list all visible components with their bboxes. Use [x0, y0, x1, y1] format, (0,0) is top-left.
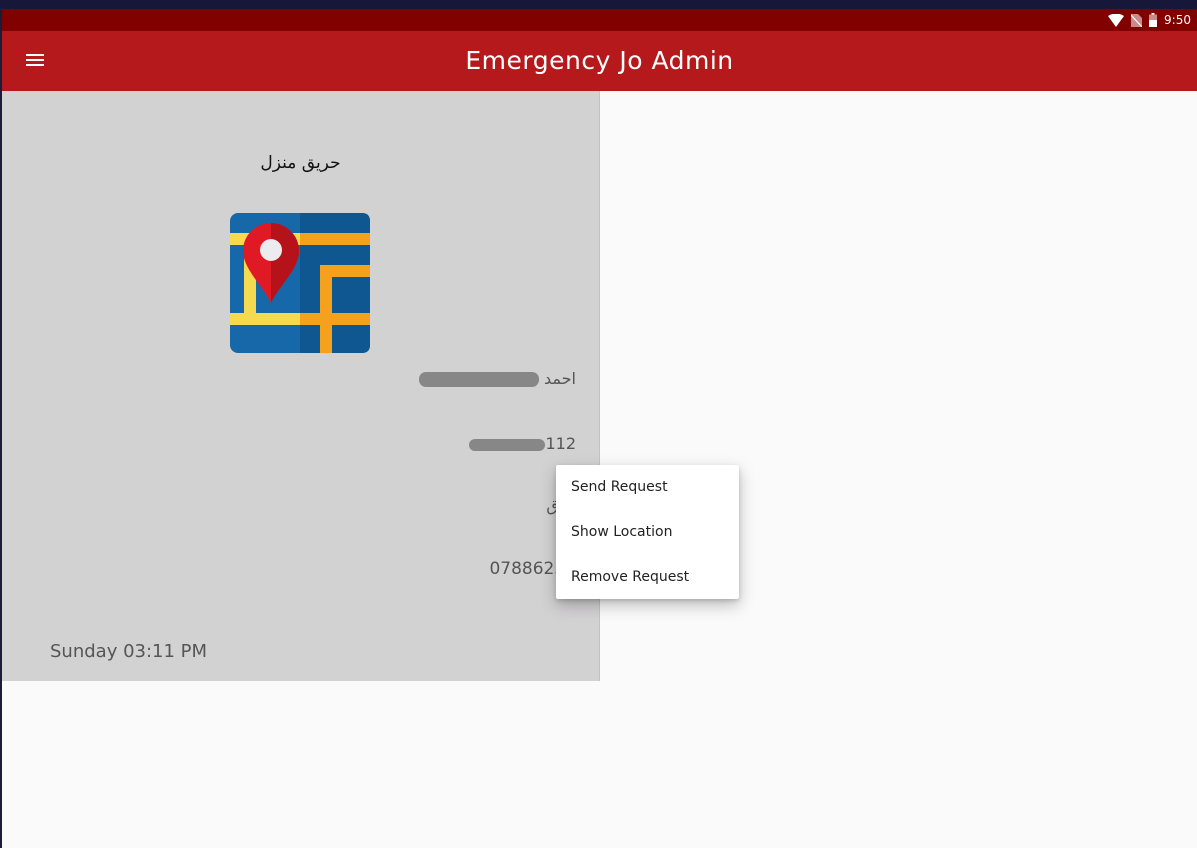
no-sim-icon	[1131, 13, 1143, 27]
map-location-icon	[230, 213, 370, 353]
request-context-menu: Send Request Show Location Remove Reques…	[556, 465, 739, 599]
battery-icon	[1149, 13, 1158, 27]
app-title: Emergency Jo Admin	[465, 46, 734, 75]
requester-id: 112	[469, 434, 576, 453]
app-bar: Emergency Jo Admin	[2, 31, 1197, 91]
request-title: حريق منزل	[260, 153, 341, 173]
requester-name: احمد	[418, 369, 576, 388]
send-request-menu-item[interactable]: Send Request	[556, 465, 739, 510]
request-card[interactable]: حريق منزل احمد 112 غرق 07886253 Sunday 0…	[2, 91, 600, 681]
redacted-name	[418, 372, 539, 387]
status-icons: 9:50	[1108, 12, 1191, 28]
request-timestamp: Sunday 03:11 PM	[50, 641, 208, 662]
status-time: 9:50	[1164, 13, 1191, 27]
window-top-strip	[0, 0, 1197, 9]
redacted-id	[469, 438, 546, 451]
requester-name-prefix: احمد	[544, 369, 576, 388]
show-location-menu-item[interactable]: Show Location	[556, 510, 739, 555]
wifi-icon	[1108, 13, 1125, 27]
remove-request-menu-item[interactable]: Remove Request	[556, 555, 739, 600]
status-bar: 9:50	[2, 9, 1197, 31]
requester-id-suffix: 112	[545, 434, 576, 453]
